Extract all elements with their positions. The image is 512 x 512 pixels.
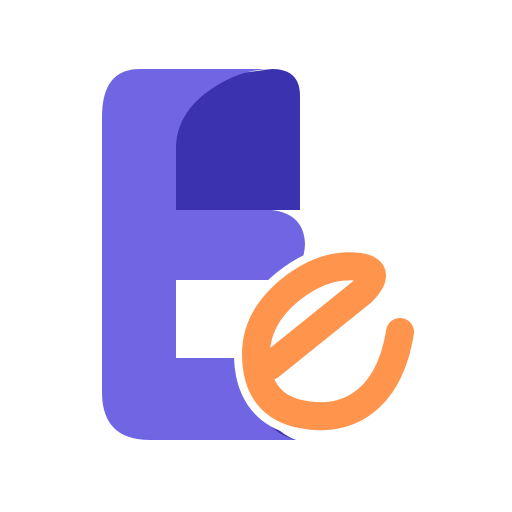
app-logo-canvas: [0, 0, 512, 512]
letter-e-logo-icon: [0, 0, 512, 512]
